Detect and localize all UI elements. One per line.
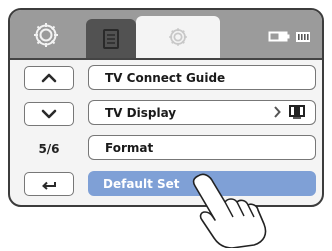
- tab-bar: [10, 10, 322, 60]
- settings-gear-icon: [169, 28, 187, 46]
- menu-screen: 5/6 TV Connect Guide TV Display Format D…: [8, 8, 324, 207]
- menu-item-tv-display[interactable]: TV Display: [88, 100, 316, 125]
- menu-item-label: Format: [105, 140, 154, 155]
- menu-item-value: [273, 105, 305, 119]
- menu-item-label: Default Set: [103, 176, 180, 191]
- tv-display-icon: [289, 105, 305, 119]
- return-arrow-icon: [42, 181, 56, 190]
- document-icon: [103, 28, 119, 49]
- tab-settings-active[interactable]: [136, 16, 220, 58]
- tab-settings[interactable]: [26, 18, 66, 52]
- chevron-up-icon: [41, 73, 57, 83]
- scroll-down-button[interactable]: [24, 102, 74, 126]
- menu-item-format[interactable]: Format: [88, 135, 316, 160]
- back-button[interactable]: [24, 172, 74, 196]
- menu-item-tv-connect-guide[interactable]: TV Connect Guide: [88, 65, 316, 90]
- tab-document[interactable]: [86, 19, 136, 58]
- menu-item-label: TV Connect Guide: [105, 70, 226, 85]
- chevron-right-icon: [274, 106, 281, 118]
- pointing-hand-icon: [192, 173, 267, 248]
- chevron-down-icon: [41, 109, 57, 119]
- memory-card-icon: [296, 32, 310, 42]
- menu-item-label: TV Display: [105, 105, 177, 120]
- battery-icon: [268, 31, 290, 42]
- scroll-up-button[interactable]: [24, 66, 74, 90]
- page-indicator: 5/6: [38, 142, 60, 156]
- settings-gear-icon: [34, 23, 58, 47]
